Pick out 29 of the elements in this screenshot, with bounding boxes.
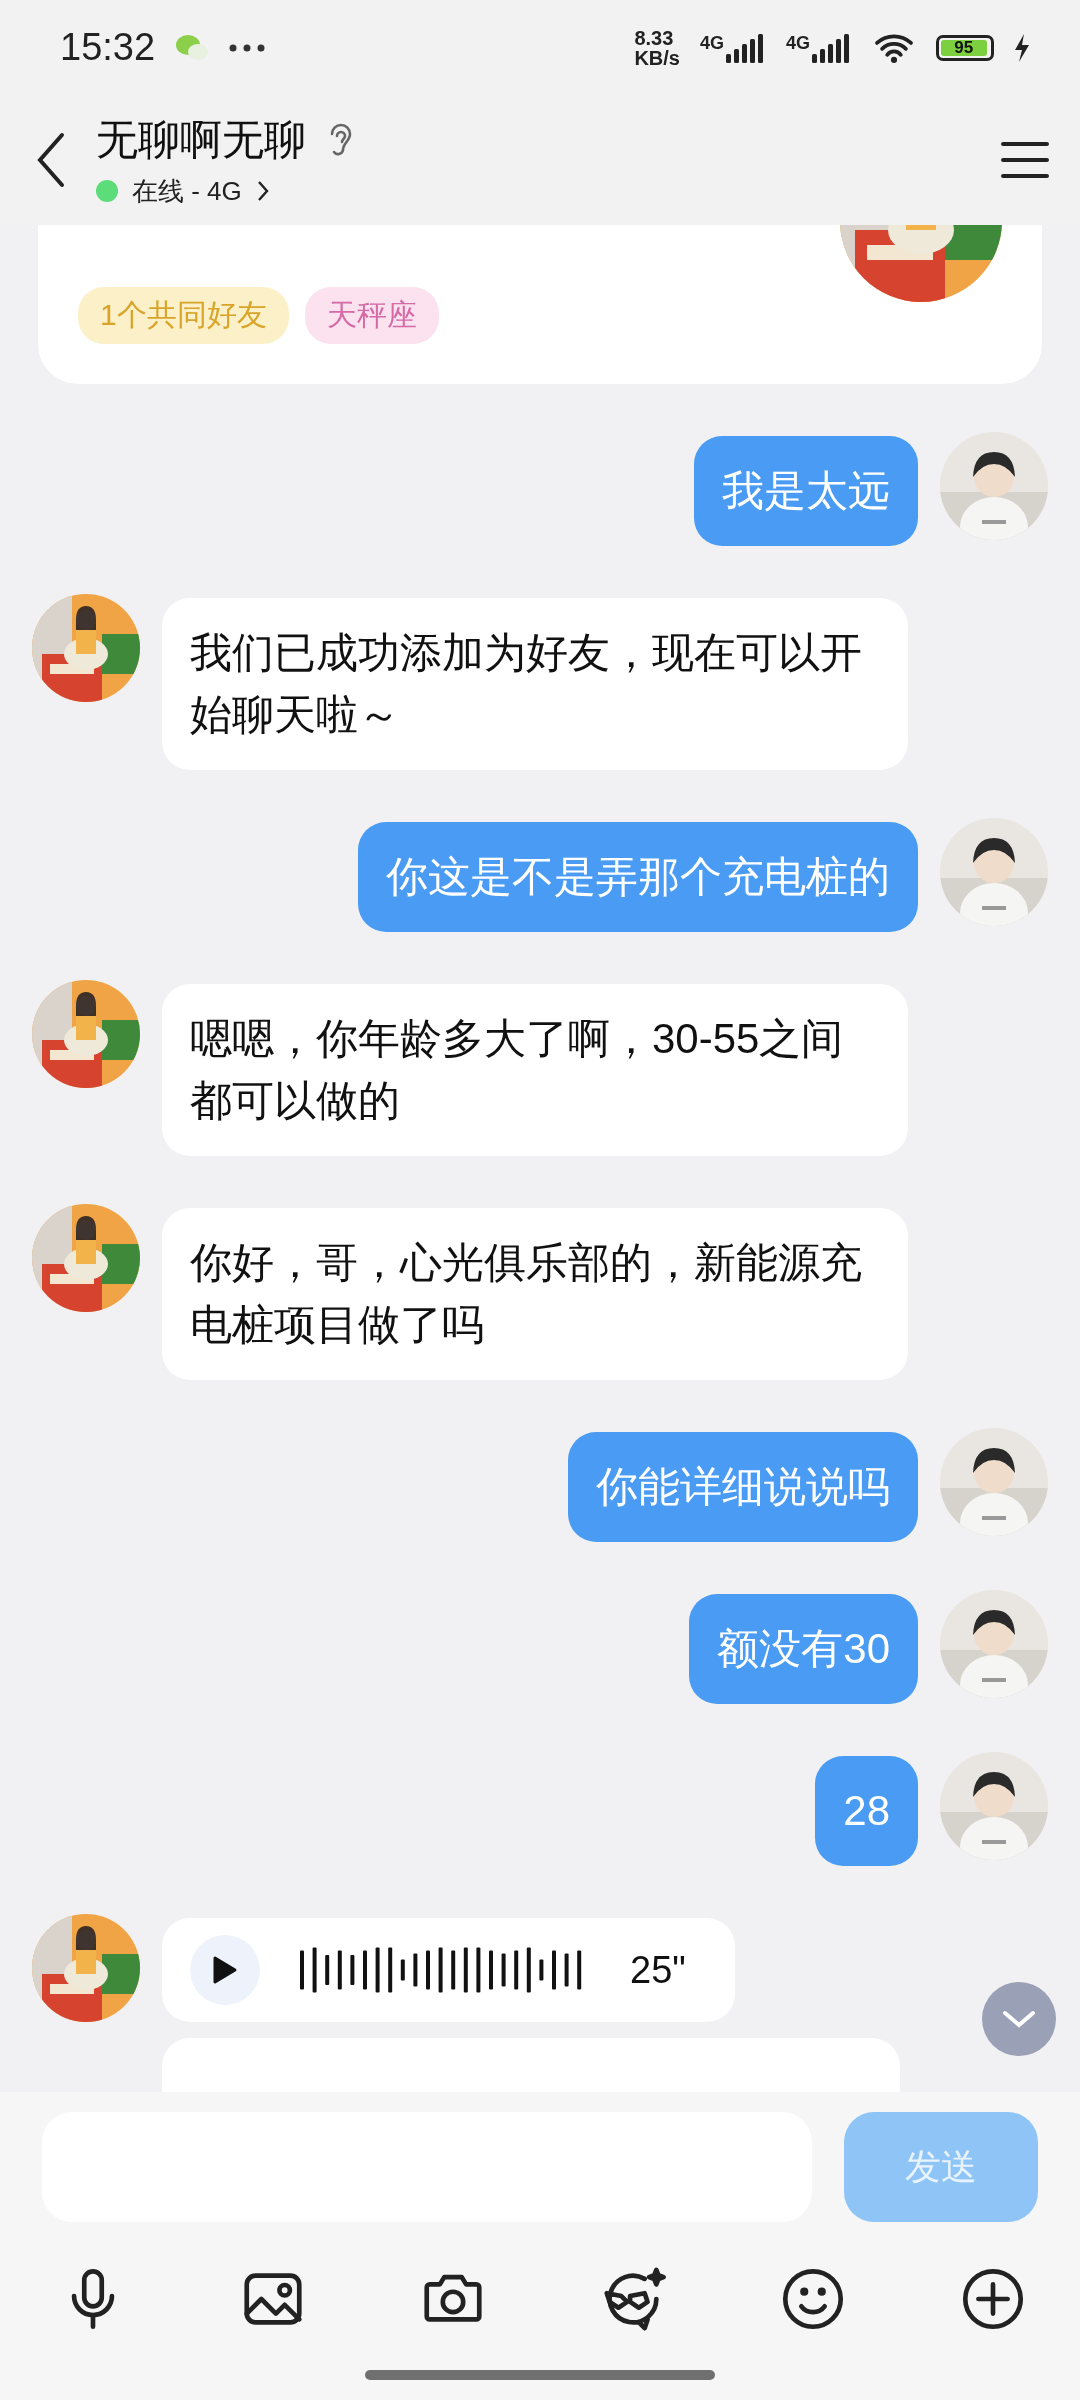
voice-message[interactable]: 25"	[162, 1918, 735, 2022]
contact-name: 无聊啊无聊	[96, 114, 306, 165]
message-bubble: 你这是不是弄那个充电桩的	[358, 822, 918, 932]
chevron-right-icon[interactable]	[255, 179, 270, 203]
profile-tag: 1个共同好友	[78, 287, 289, 344]
network-type: 4G	[699, 32, 724, 54]
status-time: 15:32	[60, 26, 156, 69]
play-icon	[212, 1955, 238, 1985]
online-status: 在线 - 4G	[132, 174, 242, 208]
voice-duration: 25"	[630, 1948, 686, 1992]
message-bubble: 额没有30	[689, 1594, 918, 1704]
message-bubble: 我们已成功添加为好友，现在可以开始聊天啦～	[162, 598, 908, 770]
more-icon	[229, 43, 266, 52]
chevron-down-icon	[1001, 2009, 1037, 2029]
back-icon[interactable]	[36, 132, 66, 188]
menu-icon[interactable]	[1000, 140, 1050, 180]
message-bubble: 28	[815, 1756, 918, 1866]
battery-level: 95	[954, 37, 974, 58]
chat-app-icon	[175, 32, 210, 63]
net-unit: KB/s	[634, 47, 680, 68]
message-bubble: 我是太远	[694, 436, 918, 546]
signal-icon	[812, 32, 852, 63]
net-speed: 8.33	[634, 27, 675, 48]
message-bubble: 你能详细说说吗	[568, 1432, 918, 1542]
signal-icon	[726, 32, 766, 63]
message-bubble: 你好，哥，心光俱乐部的，新能源充电桩项目做了吗	[162, 1208, 908, 1380]
network-type: 4G	[786, 32, 810, 54]
profile-tag: 天秤座	[304, 287, 439, 344]
message-bubble: 嗯嗯，你年龄多大了啊，30-55之间都可以做的	[162, 984, 908, 1156]
